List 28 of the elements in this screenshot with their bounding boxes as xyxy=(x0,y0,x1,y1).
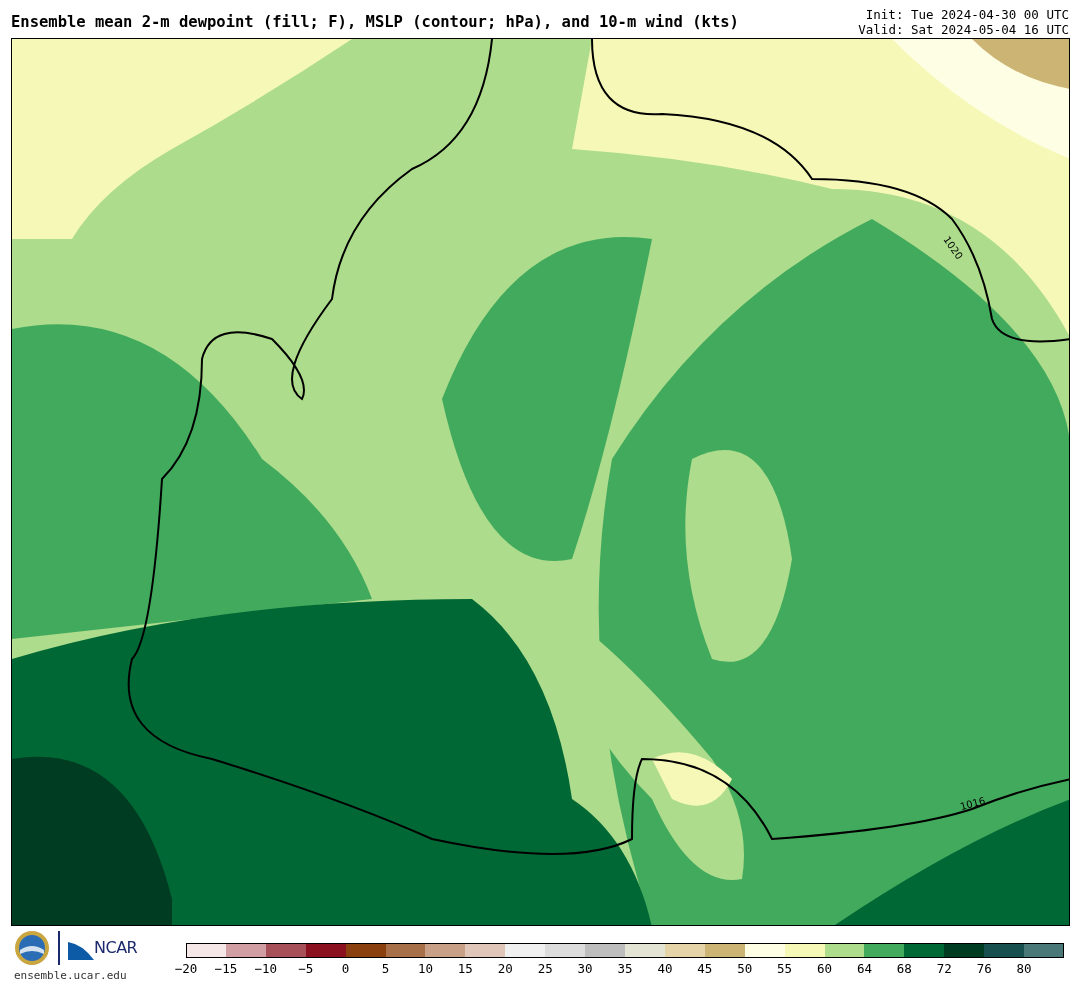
tick-label: 80 xyxy=(1016,960,1032,978)
ncar-logo-text: NCAR xyxy=(94,937,138,959)
tick-label: 10 xyxy=(417,960,433,978)
tick-label: −20 xyxy=(174,960,198,978)
tick-label: 0 xyxy=(341,960,350,978)
tick-label: 15 xyxy=(457,960,473,978)
valid-time: Valid: Sat 2024-05-04 16 UTC xyxy=(858,22,1069,37)
tick-label: 5 xyxy=(381,960,390,978)
tick-label: 30 xyxy=(577,960,593,978)
contour-label: 1016 xyxy=(959,795,987,813)
tick-label: −15 xyxy=(214,960,238,978)
tick-label: 40 xyxy=(657,960,673,978)
tick-label: 35 xyxy=(617,960,633,978)
chart-title: Ensemble mean 2-m dewpoint (fill; F), MSLP (contour; hPa), and 10-m wind (kts) xyxy=(11,11,739,33)
tick-label: 60 xyxy=(817,960,833,978)
tick-label: 68 xyxy=(896,960,912,978)
tick-label: 76 xyxy=(976,960,992,978)
tick-label: 25 xyxy=(537,960,553,978)
tick-label: 45 xyxy=(697,960,713,978)
tick-label: −5 xyxy=(298,960,314,978)
tick-label: 55 xyxy=(777,960,793,978)
tick-label: −10 xyxy=(254,960,278,978)
tick-label: 20 xyxy=(497,960,513,978)
tick-label: 50 xyxy=(737,960,753,978)
tick-label: 64 xyxy=(856,960,872,978)
init-time: Init: Tue 2024-04-30 00 UTC xyxy=(864,7,1069,22)
tick-label: 72 xyxy=(936,960,952,978)
divider-line-icon xyxy=(58,931,60,965)
